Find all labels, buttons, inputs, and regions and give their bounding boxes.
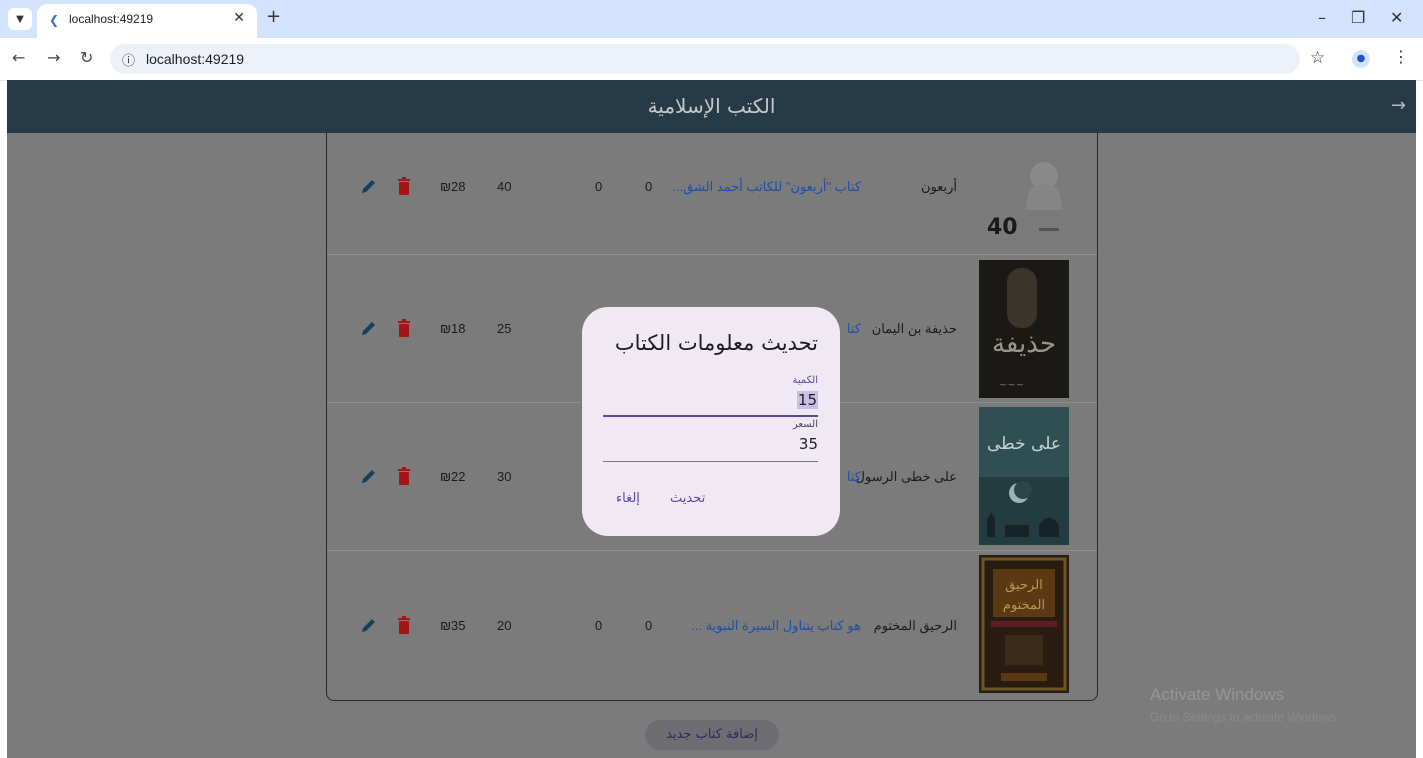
- book-cover-image: حذيفة ~~~: [979, 260, 1069, 398]
- dialog-title: تحديث معلومات الكتاب: [614, 331, 818, 355]
- book-quantity: 20: [497, 618, 512, 633]
- activate-windows-subtitle: Go to Settings to activate Windows.: [1150, 710, 1340, 724]
- book-value: 0: [595, 179, 603, 194]
- tab-close-icon[interactable]: ✕: [233, 10, 245, 26]
- book-cover-image: الرحيق المختوم: [979, 555, 1069, 693]
- book-cover-image: 40: [979, 148, 1069, 240]
- book-quantity: 25: [497, 321, 512, 336]
- reload-icon[interactable]: ↻: [80, 48, 93, 67]
- tab-title: localhost:49219: [69, 12, 154, 26]
- cancel-button[interactable]: إلغاء: [616, 491, 640, 506]
- address-url[interactable]: localhost:49219: [146, 51, 244, 67]
- quantity-field[interactable]: الكمية 15: [603, 375, 818, 417]
- svg-text:على خطى: على خطى: [987, 434, 1061, 454]
- app-viewport: الكتب الإسلامية → 40 أربعون كتاب "أربعون…: [7, 80, 1416, 758]
- restore-icon[interactable]: ❐: [1351, 8, 1365, 27]
- browser-menu-icon[interactable]: ⋮: [1393, 47, 1409, 66]
- book-name: على خطى الرسول: [855, 469, 957, 484]
- book-name: الرحيق المختوم: [873, 618, 957, 633]
- book-quantity: 40: [497, 179, 512, 194]
- book-description[interactable]: كتاب "أربعون" للكاتب أحمد الشق...: [672, 179, 861, 195]
- svg-text:الرحيق: الرحيق: [1005, 578, 1043, 593]
- delete-icon[interactable]: [397, 616, 411, 634]
- quantity-label: الكمية: [792, 375, 818, 386]
- book-name: حذيفة بن اليمان: [871, 321, 957, 336]
- activate-windows-title: Activate Windows: [1150, 685, 1285, 704]
- book-value: 0: [595, 618, 603, 633]
- address-bar[interactable]: ⓘ localhost:49219: [110, 44, 1300, 74]
- table-row[interactable]: 40 أربعون كتاب "أربعون" للكاتب أحمد الشق…: [327, 133, 1097, 255]
- book-description[interactable]: كتا: [847, 321, 861, 337]
- back-arrow-icon[interactable]: ←: [12, 48, 25, 67]
- book-quantity: 30: [497, 469, 512, 484]
- delete-icon[interactable]: [397, 467, 411, 485]
- book-price: ₪18: [440, 321, 466, 336]
- svg-text:~~~: ~~~: [999, 380, 1024, 391]
- browser-tab-strip: ▼ ❮ localhost:49219 ✕ + – ❐ ✕: [0, 0, 1423, 38]
- app-title: الكتب الإسلامية: [647, 94, 776, 118]
- new-tab-icon[interactable]: +: [266, 6, 281, 27]
- price-underline: [603, 461, 818, 462]
- book-price: ₪22: [440, 469, 466, 484]
- book-description[interactable]: كتا: [847, 469, 861, 485]
- table-row[interactable]: الرحيق المختوم الرحيق المختوم هو كتاب يت…: [327, 550, 1097, 700]
- quantity-value[interactable]: 15: [796, 391, 818, 409]
- book-description[interactable]: هو كتاب يتناول السيرة النبوية ...: [691, 618, 861, 634]
- browser-tab[interactable]: ❮ localhost:49219 ✕: [37, 4, 257, 38]
- price-value[interactable]: 35: [799, 435, 818, 453]
- browser-toolbar: ← → ↻ ⓘ localhost:49219 ☆ ● ⋮: [0, 38, 1423, 81]
- back-arrow-icon[interactable]: →: [1391, 95, 1406, 116]
- minimize-icon[interactable]: –: [1318, 8, 1326, 27]
- book-name: أربعون: [920, 179, 957, 194]
- tab-search-chevron-icon[interactable]: ▼: [8, 8, 32, 30]
- svg-text:40: 40: [987, 215, 1018, 240]
- add-book-button[interactable]: إضافة كتاب جديد: [645, 720, 779, 750]
- price-field[interactable]: السعر 35: [603, 419, 818, 463]
- update-book-dialog: تحديث معلومات الكتاب الكمية 15 السعر 35 …: [582, 307, 840, 536]
- site-info-icon[interactable]: ⓘ: [122, 50, 135, 69]
- book-price: ₪28: [440, 179, 466, 194]
- delete-icon[interactable]: [397, 319, 411, 337]
- bookmark-star-icon[interactable]: ☆: [1310, 48, 1325, 68]
- flutter-favicon-icon: ❮: [49, 13, 60, 27]
- book-value: 0: [645, 618, 653, 633]
- price-label: السعر: [792, 419, 818, 430]
- forward-arrow-icon[interactable]: →: [47, 48, 60, 67]
- update-button[interactable]: تحديث: [670, 491, 705, 506]
- book-value: 0: [645, 179, 653, 194]
- edit-pencil-icon[interactable]: [360, 616, 378, 634]
- svg-text:المختوم: المختوم: [1003, 598, 1045, 613]
- delete-icon[interactable]: [397, 177, 411, 195]
- book-cover-image: على خطى: [979, 407, 1069, 545]
- edit-pencil-icon[interactable]: [360, 319, 378, 337]
- app-bar: الكتب الإسلامية →: [7, 80, 1416, 133]
- quantity-underline: [603, 415, 818, 417]
- edit-pencil-icon[interactable]: [360, 467, 378, 485]
- edit-pencil-icon[interactable]: [360, 177, 378, 195]
- profile-avatar-icon[interactable]: ●: [1352, 50, 1370, 68]
- window-close-icon[interactable]: ✕: [1390, 8, 1403, 27]
- svg-text:حذيفة: حذيفة: [992, 329, 1056, 359]
- book-price: ₪35: [440, 618, 466, 633]
